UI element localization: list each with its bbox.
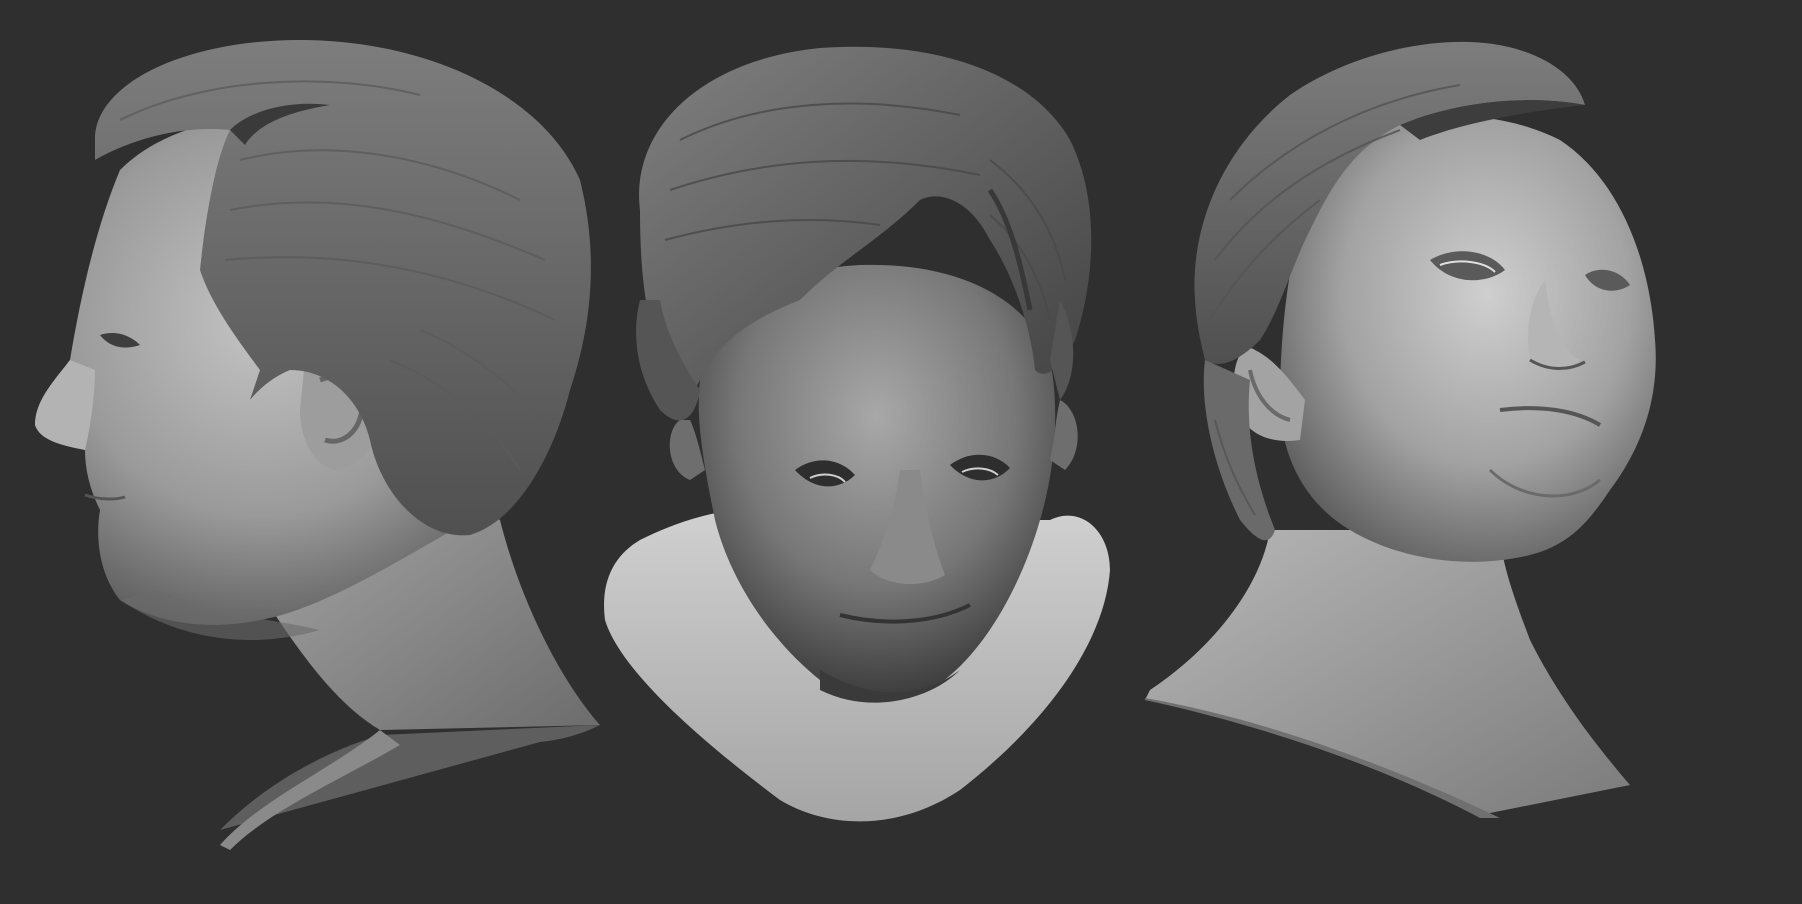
- head-left-profile: [35, 40, 600, 850]
- head-three-quarter-right: [1145, 41, 1656, 818]
- head-front-down: [604, 46, 1110, 822]
- sculpt-viewport[interactable]: [0, 0, 1802, 904]
- neck-cut-left: [220, 725, 600, 830]
- face-right: [1280, 116, 1656, 562]
- sculpt-render: [35, 40, 1656, 850]
